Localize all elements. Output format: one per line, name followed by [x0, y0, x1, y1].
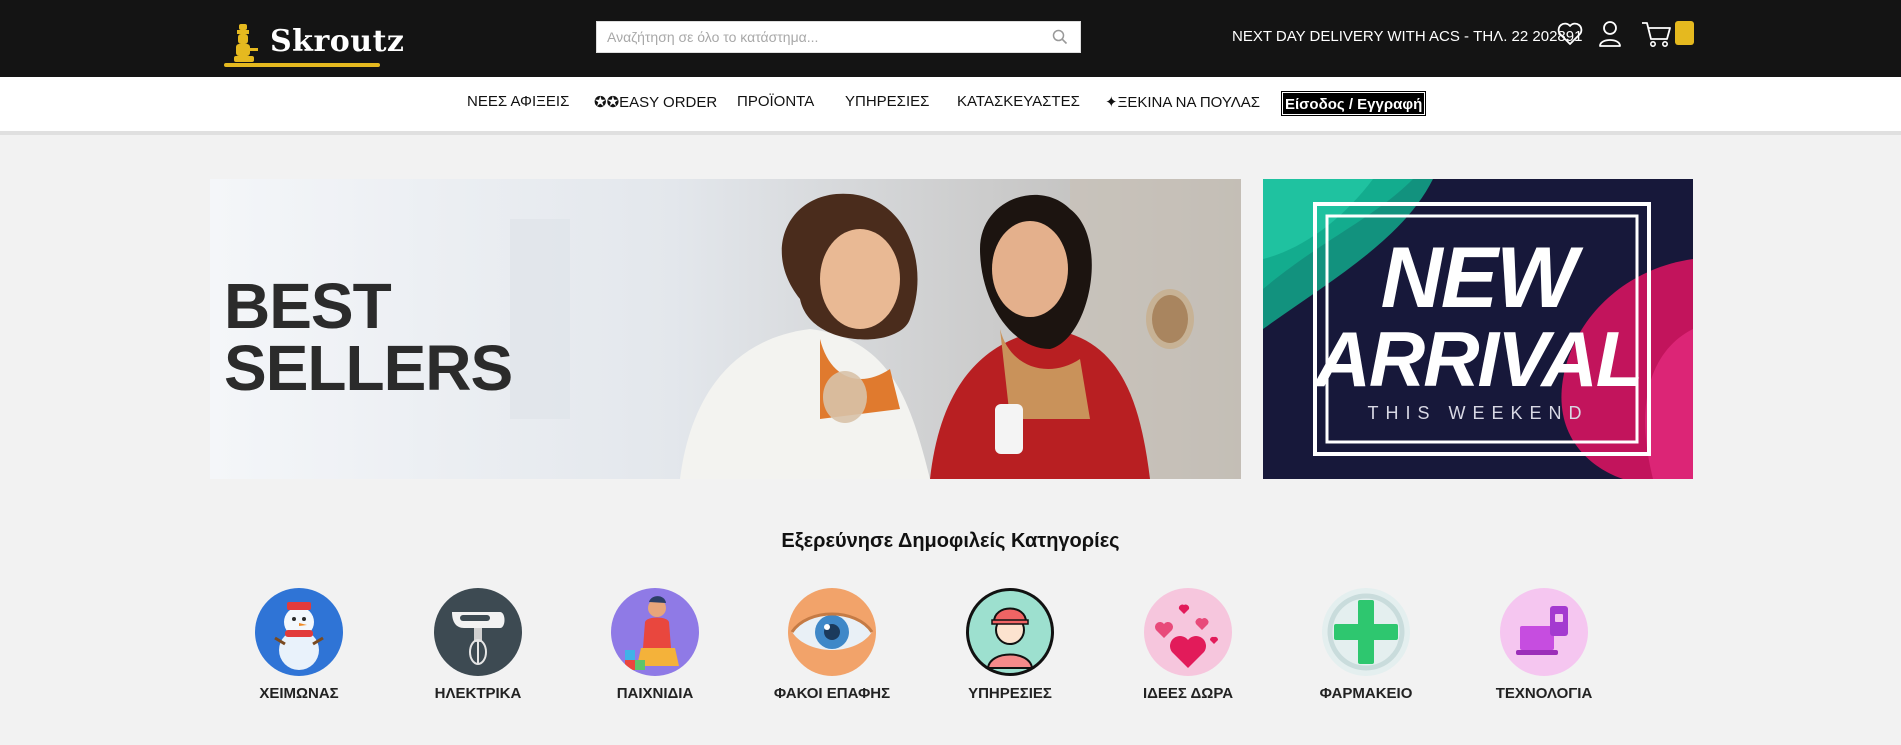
- new-arrival-line1: NEW: [1380, 230, 1578, 326]
- category-label: ΦΑΡΜΑΚΕΙΟ: [1319, 685, 1413, 702]
- category-label: ΗΛΕΚΤΡΙΚΑ: [434, 685, 522, 702]
- delivery-info: NEXT DAY DELIVERY WITH ACS - ΤΗΛ. 22 202…: [1232, 28, 1583, 45]
- nav-item-products[interactable]: ΠΡΟΪΟΝΤΑ: [737, 93, 814, 110]
- category-services[interactable]: ΥΠΗΡΕΣΙΕΣ: [940, 588, 1080, 704]
- category-contact-lenses[interactable]: ΦΑΚΟΙ ΕΠΑΦΗΣ: [762, 588, 902, 704]
- category-pharmacy[interactable]: ΦΑΡΜΑΚΕΙΟ: [1296, 588, 1436, 704]
- category-gift-ideas[interactable]: ΙΔΕΕΣ ΔΩΡΑ: [1118, 588, 1258, 704]
- eye-icon: [788, 588, 876, 676]
- new-arrival-subtitle: THIS WEEKEND: [1367, 403, 1589, 423]
- child-playing-icon: [611, 588, 699, 676]
- cart-count-badge[interactable]: [1675, 21, 1694, 45]
- category-label: ΤΕΧΝΟΛΟΓΙΑ: [1495, 685, 1593, 702]
- heart-icon[interactable]: [1557, 22, 1583, 46]
- new-arrival-banner[interactable]: NEW ARRIVAL THIS WEEKEND: [1263, 179, 1693, 479]
- new-arrival-line2: ARRIVAL: [1314, 315, 1644, 403]
- category-label: ΥΠΗΡΕΣΙΕΣ: [968, 685, 1052, 702]
- best-sellers-heading: BEST SELLERS: [224, 270, 513, 404]
- nav-item-start-selling[interactable]: ✦ΞΕΚΙΝΑ ΝΑ ΠΟΥΛΑΣ: [1105, 93, 1260, 111]
- category-electrical[interactable]: ΗΛΕΚΤΡΙΚΑ: [408, 588, 548, 704]
- nav-item-new-arrivals[interactable]: ΝΕΕΣ ΑΦΙΞΕΙΣ: [467, 93, 569, 110]
- nav-item-services[interactable]: ΥΠΗΡΕΣΙΕΣ: [845, 93, 929, 110]
- worker-icon: [966, 588, 1054, 676]
- category-label: ΧΕΙΜΩΝΑΣ: [259, 685, 339, 702]
- brand-name: Skroutz: [270, 24, 405, 59]
- pharmacy-cross-icon: [1322, 588, 1410, 676]
- hearts-icon: [1144, 588, 1232, 676]
- nav-item-easy-order[interactable]: ✪✪EASY ORDER: [594, 93, 717, 111]
- search-input[interactable]: [597, 22, 1037, 52]
- categories-heading: Εξερεύνησε Δημοφιλείς Κατηγορίες: [781, 530, 1120, 552]
- category-toys[interactable]: ΠΑΙΧΝΙΔΙΑ: [585, 588, 725, 704]
- logo-underline: [224, 63, 380, 67]
- top-header-bar: Skroutz NEXT DAY DELIVERY WITH ACS - ΤΗΛ…: [0, 0, 1901, 77]
- search-icon[interactable]: [1052, 29, 1068, 45]
- devices-icon: [1500, 588, 1588, 676]
- nav-item-manufacturers[interactable]: ΚΑΤΑΣΚΕΥΑΣΤΕΣ: [957, 93, 1080, 110]
- hand-mixer-icon: [434, 588, 522, 676]
- category-label: ΠΑΙΧΝΙΔΙΑ: [616, 685, 694, 702]
- best-sellers-banner[interactable]: BEST SELLERS: [210, 179, 1241, 479]
- user-icon[interactable]: [1598, 20, 1622, 48]
- main-navigation: ΝΕΕΣ ΑΦΙΞΕΙΣ ✪✪EASY ORDER ΠΡΟΪΟΝΤΑ ΥΠΗΡΕ…: [0, 77, 1901, 135]
- login-register-button[interactable]: Είσοδος / Εγγραφή: [1280, 91, 1427, 116]
- snowman-icon: [255, 588, 343, 676]
- brand-logo[interactable]: Skroutz: [224, 18, 404, 68]
- search-bar: [596, 21, 1081, 53]
- category-winter[interactable]: ΧΕΙΜΩΝΑΣ: [229, 588, 369, 704]
- skroutz-mascot-icon: [234, 24, 258, 62]
- category-label: ΦΑΚΟΙ ΕΠΑΦΗΣ: [773, 685, 891, 702]
- cart-icon[interactable]: [1641, 20, 1673, 48]
- category-label: ΙΔΕΕΣ ΔΩΡΑ: [1142, 685, 1234, 702]
- category-technology[interactable]: ΤΕΧΝΟΛΟΓΙΑ: [1474, 588, 1614, 704]
